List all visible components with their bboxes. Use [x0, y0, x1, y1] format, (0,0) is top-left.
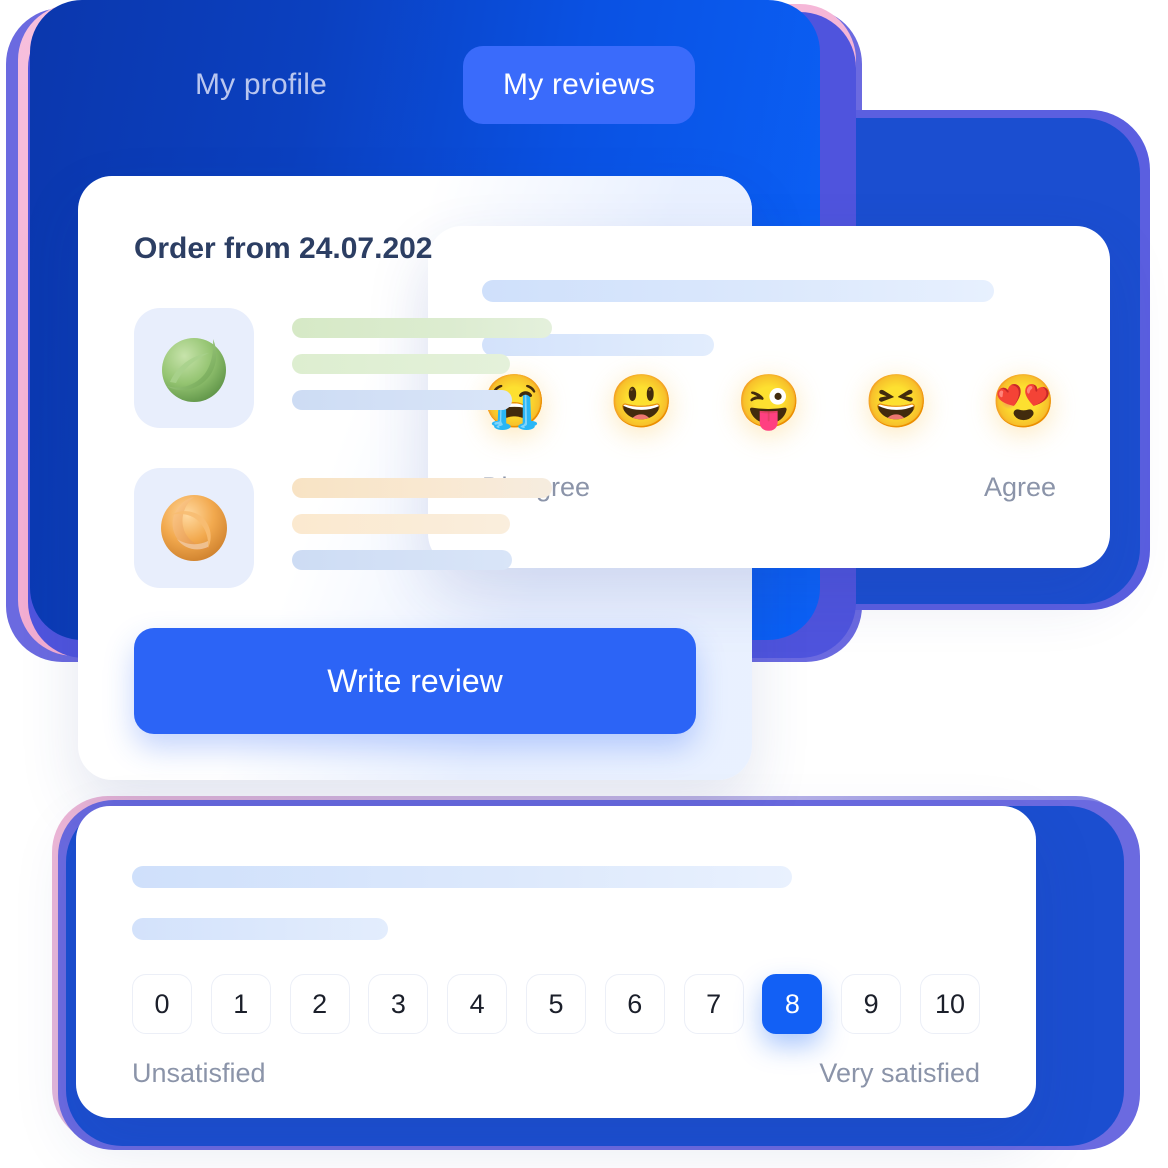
emoji-scale-right-label: Agree: [983, 472, 1056, 502]
grinning-squinting-face-emoji[interactable]: 😆: [864, 376, 929, 428]
order-product-row: [134, 468, 552, 588]
nps-option-4[interactable]: 4: [447, 974, 508, 1034]
smiling-face-with-heart-eyes-emoji[interactable]: 😍: [991, 376, 1056, 428]
nps-scale-right-label: Very satisfied: [819, 1058, 980, 1088]
nps-scale-labels: Unsatisfied Very satisfied: [132, 1058, 980, 1089]
order-product-placeholder-lines: [292, 468, 552, 588]
nps-scale: 0 1 2 3 4 5 6 7 8 9 10: [132, 974, 980, 1034]
nps-option-10[interactable]: 10: [919, 974, 980, 1034]
illustration-stage: My profile My reviews Order from 24.07.2…: [0, 0, 1168, 1168]
nps-option-2[interactable]: 2: [289, 974, 350, 1034]
green-sphere-product-icon: [134, 308, 254, 428]
tab-my-reviews[interactable]: My reviews: [463, 46, 696, 124]
nps-option-6[interactable]: 6: [604, 974, 665, 1034]
winking-face-with-tongue-emoji[interactable]: 😜: [737, 376, 802, 428]
nps-scale-left-label: Unsatisfied: [132, 1058, 266, 1088]
placeholder-bar: [132, 866, 792, 888]
nps-rating-card: 0 1 2 3 4 5 6 7 8 9 10 Unsatisfied Very …: [76, 806, 1036, 1118]
placeholder-bar: [292, 550, 512, 570]
placeholder-bar: [292, 354, 510, 374]
placeholder-bar: [132, 918, 388, 940]
order-product-row: [134, 308, 552, 428]
emoji-rating-scale: 😭 😃 😜 😆 😍: [482, 376, 1056, 428]
order-product-placeholder-lines: [292, 308, 552, 428]
nps-option-3[interactable]: 3: [368, 974, 429, 1034]
order-card-title: Order from 24.07.202: [134, 232, 433, 265]
placeholder-bar: [482, 280, 994, 302]
nps-option-9[interactable]: 9: [841, 974, 902, 1034]
nps-option-0[interactable]: 0: [132, 974, 192, 1034]
grinning-face-emoji[interactable]: 😃: [609, 376, 674, 428]
nps-option-5[interactable]: 5: [525, 974, 586, 1034]
nps-option-8[interactable]: 8: [762, 974, 823, 1034]
tab-my-profile[interactable]: My profile: [155, 46, 367, 124]
nps-option-7[interactable]: 7: [683, 974, 744, 1034]
orange-swirl-product-icon: [134, 468, 254, 588]
tab-bar: My profile My reviews: [30, 46, 820, 124]
emoji-scale-labels: Disagree Agree: [482, 472, 1056, 503]
placeholder-bar: [292, 390, 512, 410]
placeholder-bar: [292, 478, 552, 498]
placeholder-bar: [292, 318, 552, 338]
nps-option-1[interactable]: 1: [210, 974, 271, 1034]
placeholder-bar: [292, 514, 510, 534]
write-review-button[interactable]: Write review: [134, 628, 696, 734]
